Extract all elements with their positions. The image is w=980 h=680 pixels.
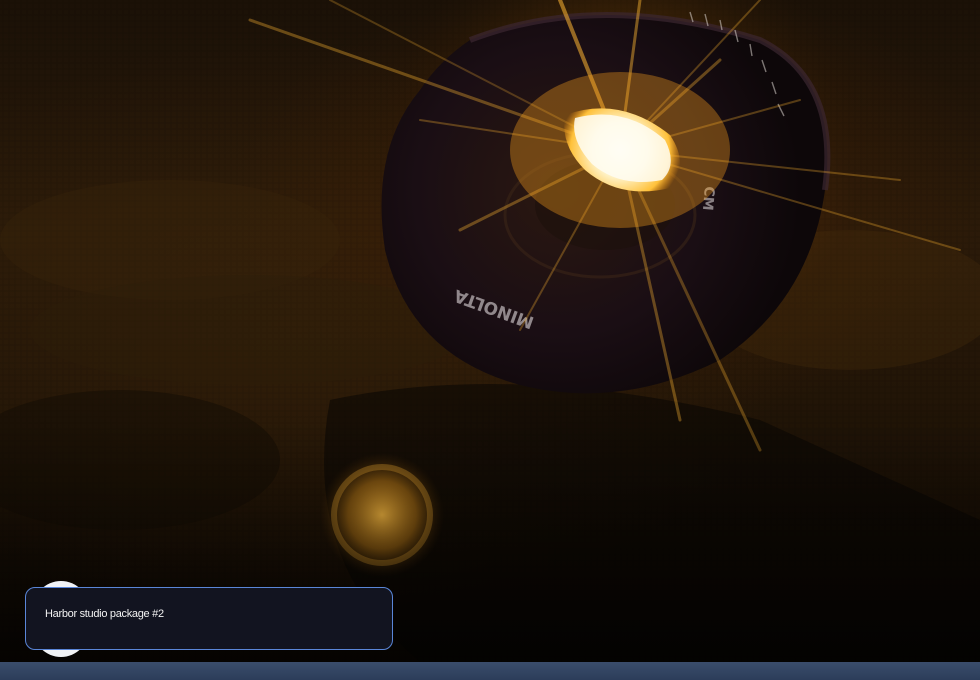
bottom-bar (0, 662, 980, 680)
photo-illustration: MINOLTA CM (0, 0, 980, 662)
caption-title: Harbor studio package #2 (45, 608, 164, 620)
photo-viewer: MINOLTA CM Harbor studio package #2 (0, 0, 980, 680)
caption-card[interactable]: Harbor studio package #2 (25, 587, 393, 650)
lens-flare-photo: MINOLTA CM (0, 0, 980, 662)
